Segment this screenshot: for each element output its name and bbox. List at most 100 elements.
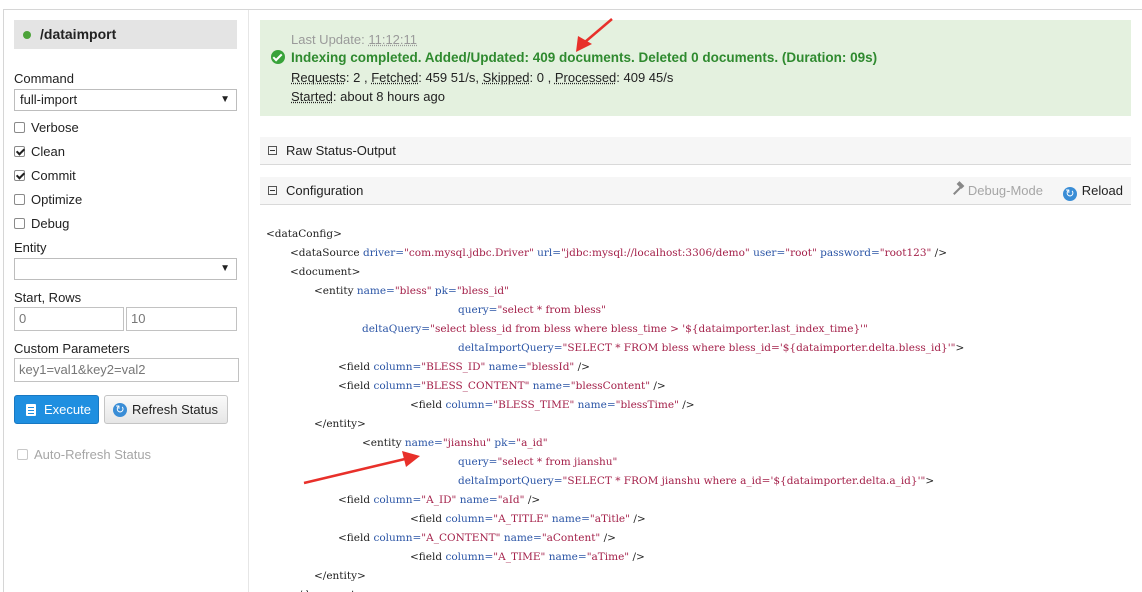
attr-name: pk=: [434, 285, 457, 297]
xml-tag: <dataConfig>: [266, 228, 342, 240]
xml-tag: </entity>: [314, 570, 366, 582]
xml-tag: >: [925, 475, 935, 487]
xml-tag: />: [632, 551, 645, 563]
start-input[interactable]: 0: [14, 307, 124, 331]
option-debug[interactable]: Debug: [14, 215, 69, 233]
xml-tag: <field: [338, 494, 374, 506]
debug-mode-label: Debug-Mode: [967, 183, 1043, 198]
attr-value: "root123": [879, 247, 935, 259]
execute-button[interactable]: Execute: [14, 395, 99, 424]
command-value: full-import: [20, 92, 78, 107]
code-line: query="select * from jianshu": [458, 453, 617, 472]
option-label: Commit: [31, 168, 76, 183]
xml-tag: <field: [338, 380, 374, 392]
debug-mode-button[interactable]: Debug-Mode: [950, 177, 1043, 205]
refresh-status-label: Refresh Status: [132, 402, 218, 417]
rows-input[interactable]: 10: [126, 307, 237, 331]
refresh-status-button[interactable]: ↻ Refresh Status: [104, 395, 228, 424]
option-optimize[interactable]: Optimize: [14, 191, 82, 209]
attr-name: query=: [458, 304, 498, 316]
attr-name: query=: [458, 456, 498, 468]
collapse-icon[interactable]: [268, 146, 277, 155]
attr-value: "blessContent": [570, 380, 654, 392]
attr-name: pk=: [494, 437, 517, 449]
option-label: Verbose: [31, 120, 79, 135]
status-dot-icon: [23, 31, 31, 39]
fetched-value: : 459 51/s,: [418, 70, 479, 85]
attr-value: "aContent": [541, 532, 604, 544]
auto-refresh-option[interactable]: Auto-Refresh Status: [17, 446, 151, 464]
xml-tag: />: [653, 380, 666, 392]
attr-name: deltaQuery=: [362, 323, 431, 335]
refresh-icon: ↻: [113, 403, 127, 417]
attr-name: column=: [373, 532, 422, 544]
option-clean[interactable]: Clean: [14, 143, 65, 161]
code-line: <dataConfig>: [266, 225, 342, 244]
checkbox-commit[interactable]: [14, 170, 25, 181]
attr-name: deltaImportQuery=: [458, 342, 563, 354]
code-line: <field column="BLESS_ID" name="blessId" …: [338, 358, 590, 377]
configuration-section-header[interactable]: Configuration Debug-Mode ↻ Reload: [260, 177, 1131, 205]
attr-name: password=: [820, 247, 880, 259]
checkbox-clean[interactable]: [14, 146, 25, 157]
hammer-icon: [950, 183, 964, 197]
configuration-code: <dataConfig> <dataSource driver="com.mysq…: [266, 225, 1136, 592]
attr-value: "com.mysql.jdbc.Driver": [404, 247, 538, 259]
xml-tag: />: [633, 513, 646, 525]
attr-value: "BLESS_ID": [421, 361, 489, 373]
processed-value: : 409 45/s: [616, 70, 674, 85]
command-select[interactable]: full-import ▼: [14, 89, 237, 111]
attr-value: "jianshu": [442, 437, 495, 449]
reload-button[interactable]: ↻ Reload: [1062, 177, 1123, 205]
code-line: <field column="BLESS_TIME" name="blessTi…: [410, 396, 695, 415]
attr-name: name=: [356, 285, 395, 297]
caret-down-icon: ▼: [220, 263, 230, 274]
sidebar-divider: [248, 10, 249, 592]
entity-label: Entity: [14, 240, 47, 255]
xml-tag: />: [603, 532, 616, 544]
checkbox-verbose[interactable]: [14, 122, 25, 133]
last-update-value: 11:12:11: [368, 32, 418, 47]
custom-params-label: Custom Parameters: [14, 341, 130, 356]
raw-status-section-header[interactable]: Raw Status-Output: [260, 137, 1131, 165]
xml-tag: <entity: [314, 285, 357, 297]
code-line: <field column="BLESS_CONTENT" name="bles…: [338, 377, 666, 396]
skipped-value: : 0 ,: [529, 70, 552, 85]
attr-name: user=: [753, 247, 786, 259]
checkbox-optimize[interactable]: [14, 194, 25, 205]
status-message: Indexing completed. Added/Updated: 409 d…: [271, 50, 877, 65]
code-line: <field column="A_ID" name="aId" />: [338, 491, 540, 510]
auto-refresh-label: Auto-Refresh Status: [34, 447, 152, 462]
attr-value: "A_TIME": [493, 551, 549, 563]
attr-value: "select * from bless": [497, 304, 606, 316]
configuration-title: Configuration: [286, 183, 364, 198]
attr-name: name=: [548, 551, 587, 563]
collapse-icon[interactable]: [268, 186, 277, 195]
checkbox-auto-refresh[interactable]: [17, 449, 28, 460]
code-line: deltaQuery="select bless_id from bless w…: [362, 320, 868, 339]
custom-params-input[interactable]: key1=val1&key2=val2: [14, 358, 239, 382]
xml-tag: />: [577, 361, 590, 373]
requests-value: : 2 ,: [345, 70, 368, 85]
xml-tag: <field: [338, 361, 374, 373]
xml-tag: />: [934, 247, 948, 259]
code-line: </entity>: [314, 567, 366, 586]
code-line: <dataSource driver="com.mysql.jdbc.Drive…: [290, 244, 947, 263]
code-line: <field column="A_TIME" name="aTime" />: [410, 548, 645, 567]
code-line: <entity name="jianshu" pk="a_id": [362, 434, 548, 453]
execute-label: Execute: [44, 402, 91, 417]
entity-select[interactable]: ▼: [14, 258, 237, 280]
last-update: Last Update: 11:12:11: [291, 32, 417, 47]
attr-name: url=: [537, 247, 562, 259]
attr-value: "A_CONTENT": [421, 532, 504, 544]
checkbox-debug[interactable]: [14, 218, 25, 229]
option-commit[interactable]: Commit: [14, 167, 76, 185]
code-line: <document>: [290, 263, 360, 282]
option-verbose[interactable]: Verbose: [14, 119, 79, 137]
attr-name: column=: [373, 361, 422, 373]
xml-tag: <field: [410, 513, 446, 525]
attr-value: "blessTime": [615, 399, 683, 411]
attr-value: "blessId": [526, 361, 578, 373]
attr-name: column=: [373, 494, 422, 506]
started-label: Started: [291, 89, 333, 104]
